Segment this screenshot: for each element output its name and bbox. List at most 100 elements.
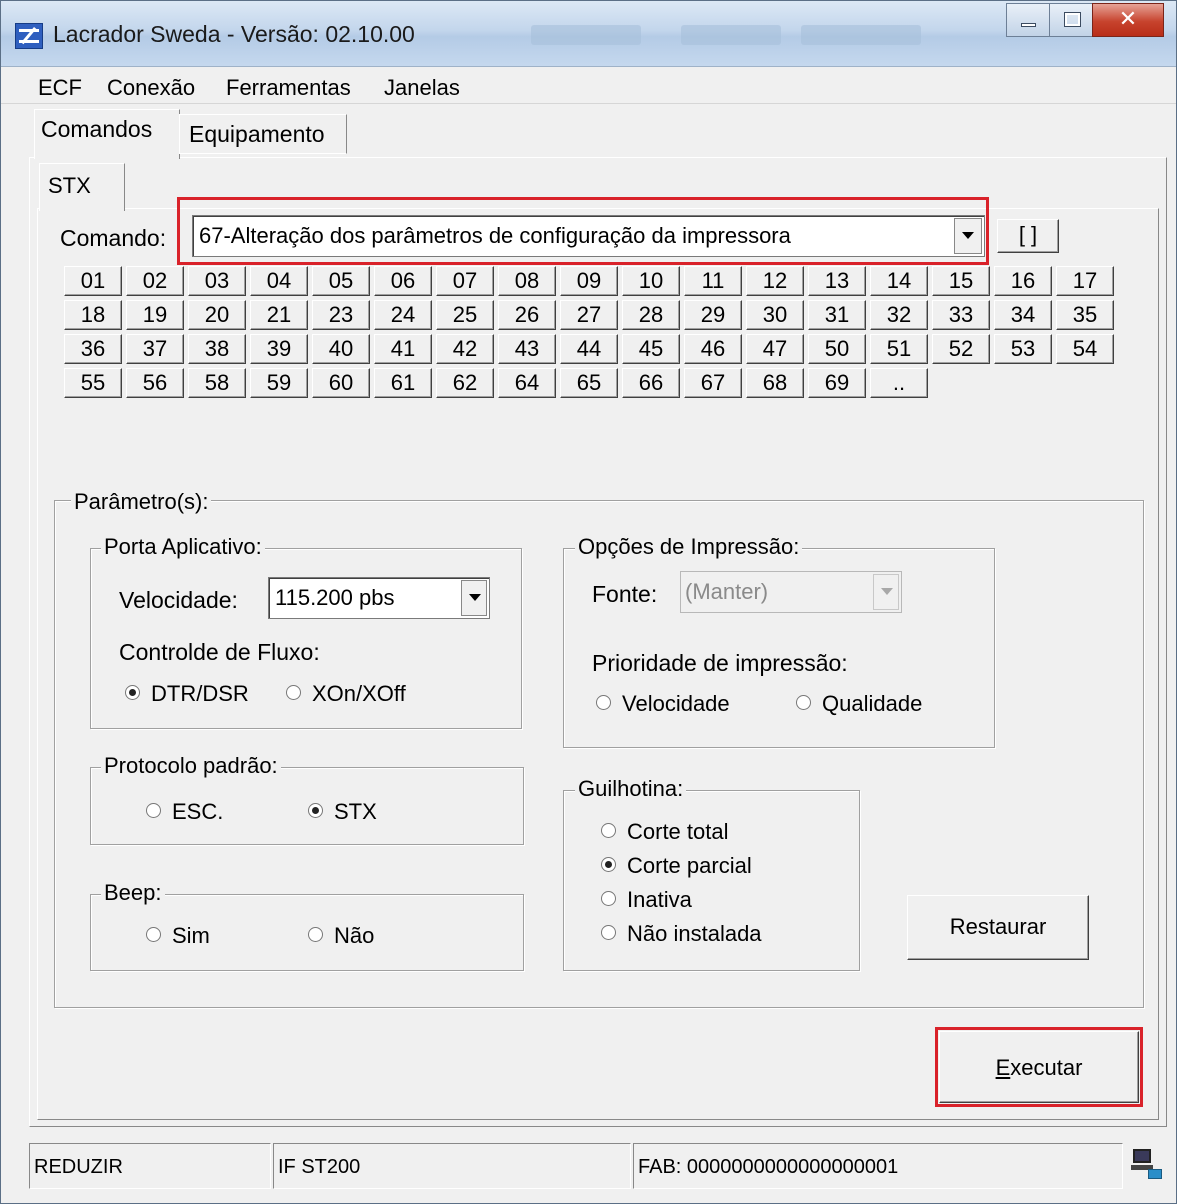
command-number-button[interactable]: 25: [436, 300, 494, 330]
command-number-button[interactable]: 08: [498, 266, 556, 296]
command-number-button[interactable]: 67: [684, 368, 742, 398]
command-number-button[interactable]: 34: [994, 300, 1052, 330]
command-number-button[interactable]: 65: [560, 368, 618, 398]
command-number-button[interactable]: 23: [312, 300, 370, 330]
menu-janelas[interactable]: Janelas: [384, 75, 460, 101]
command-number-button[interactable]: 62: [436, 368, 494, 398]
radio-inativa[interactable]: Inativa: [601, 887, 692, 913]
radio-stx[interactable]: STX: [308, 799, 377, 825]
blurred-background-decoration: [801, 25, 921, 45]
chevron-down-icon[interactable]: [461, 580, 487, 616]
tab-stx[interactable]: STX: [39, 163, 125, 211]
command-number-button[interactable]: 13: [808, 266, 866, 296]
command-number-button[interactable]: 17: [1056, 266, 1114, 296]
title-bar[interactable]: Lacrador Sweda - Versão: 02.10.00 ✕: [1, 1, 1176, 67]
command-number-button[interactable]: 36: [64, 334, 122, 364]
radio-nao[interactable]: Não: [308, 923, 374, 949]
command-number-button[interactable]: 35: [1056, 300, 1114, 330]
command-number-button[interactable]: 39: [250, 334, 308, 364]
command-number-button[interactable]: 68: [746, 368, 804, 398]
command-number-button[interactable]: 19: [126, 300, 184, 330]
command-number-button[interactable]: 52: [932, 334, 990, 364]
command-number-label: 37: [142, 336, 168, 361]
close-button[interactable]: ✕: [1092, 3, 1164, 37]
menu-ferramentas[interactable]: Ferramentas: [226, 75, 351, 101]
command-number-button[interactable]: 69: [808, 368, 866, 398]
command-number-button[interactable]: 61: [374, 368, 432, 398]
radio-qualidade[interactable]: Qualidade: [796, 691, 922, 717]
command-number-button[interactable]: 56: [126, 368, 184, 398]
menu-conexao[interactable]: Conexão: [107, 75, 195, 101]
tab-equipamento[interactable]: Equipamento: [179, 114, 347, 154]
command-number-button[interactable]: 50: [808, 334, 866, 364]
command-number-button[interactable]: 58: [188, 368, 246, 398]
command-number-button[interactable]: 06: [374, 266, 432, 296]
radio-sim[interactable]: Sim: [146, 923, 210, 949]
command-number-button[interactable]: 60: [312, 368, 370, 398]
command-number-button[interactable]: 45: [622, 334, 680, 364]
command-number-label: 40: [328, 336, 354, 361]
command-number-button[interactable]: 42: [436, 334, 494, 364]
command-number-label: 25: [452, 302, 478, 327]
radio-corte-total[interactable]: Corte total: [601, 819, 729, 845]
command-number-button[interactable]: 66: [622, 368, 680, 398]
command-number-label: 58: [204, 370, 230, 395]
velocidade-select[interactable]: 115.200 pbs: [268, 577, 490, 619]
radio-nao-instalada[interactable]: Não instalada: [601, 921, 762, 947]
command-number-button[interactable]: 27: [560, 300, 618, 330]
command-number-button[interactable]: 44: [560, 334, 618, 364]
command-number-button[interactable]: 24: [374, 300, 432, 330]
command-number-button[interactable]: 31: [808, 300, 866, 330]
command-number-label: 69: [824, 370, 850, 395]
command-number-button[interactable]: 02: [126, 266, 184, 296]
radio-velocidade[interactable]: Velocidade: [596, 691, 730, 717]
command-number-button[interactable]: 26: [498, 300, 556, 330]
command-number-button[interactable]: 01: [64, 266, 122, 296]
command-number-button[interactable]: 47: [746, 334, 804, 364]
command-number-button[interactable]: 03: [188, 266, 246, 296]
command-number-button[interactable]: 11: [684, 266, 742, 296]
command-number-button[interactable]: 21: [250, 300, 308, 330]
command-number-button[interactable]: 07: [436, 266, 494, 296]
menu-ecf[interactable]: ECF: [38, 75, 82, 101]
command-number-button[interactable]: ..: [870, 368, 928, 398]
command-number-button[interactable]: 53: [994, 334, 1052, 364]
radio-esc[interactable]: ESC.: [146, 799, 223, 825]
command-number-button[interactable]: 46: [684, 334, 742, 364]
command-number-button[interactable]: 16: [994, 266, 1052, 296]
command-number-button[interactable]: 38: [188, 334, 246, 364]
command-number-button[interactable]: 28: [622, 300, 680, 330]
comando-brackets-button[interactable]: [ ]: [997, 219, 1059, 253]
restaurar-button[interactable]: Restaurar: [907, 895, 1089, 960]
command-number-label: 52: [948, 336, 974, 361]
minimize-button[interactable]: [1006, 3, 1050, 37]
command-number-button[interactable]: 55: [64, 368, 122, 398]
command-number-button[interactable]: 33: [932, 300, 990, 330]
command-number-button[interactable]: 09: [560, 266, 618, 296]
command-number-button[interactable]: 59: [250, 368, 308, 398]
command-number-button[interactable]: 18: [64, 300, 122, 330]
command-number-button[interactable]: 64: [498, 368, 556, 398]
command-number-label: 59: [266, 370, 292, 395]
command-number-button[interactable]: 32: [870, 300, 928, 330]
command-number-button[interactable]: 40: [312, 334, 370, 364]
command-number-button[interactable]: 41: [374, 334, 432, 364]
command-number-button[interactable]: 43: [498, 334, 556, 364]
command-number-button[interactable]: 05: [312, 266, 370, 296]
command-number-button[interactable]: 20: [188, 300, 246, 330]
radio-dtr-dsr[interactable]: DTR/DSR: [125, 681, 249, 707]
command-number-button[interactable]: 14: [870, 266, 928, 296]
maximize-button[interactable]: [1049, 3, 1093, 37]
radio-corte-parcial[interactable]: Corte parcial: [601, 853, 752, 879]
command-number-button[interactable]: 54: [1056, 334, 1114, 364]
tab-comandos[interactable]: Comandos: [34, 109, 180, 159]
command-number-button[interactable]: 30: [746, 300, 804, 330]
command-number-button[interactable]: 12: [746, 266, 804, 296]
command-number-button[interactable]: 04: [250, 266, 308, 296]
radio-xon-xoff[interactable]: XOn/XOff: [286, 681, 406, 707]
command-number-button[interactable]: 15: [932, 266, 990, 296]
command-number-button[interactable]: 51: [870, 334, 928, 364]
command-number-button[interactable]: 29: [684, 300, 742, 330]
command-number-button[interactable]: 37: [126, 334, 184, 364]
command-number-button[interactable]: 10: [622, 266, 680, 296]
